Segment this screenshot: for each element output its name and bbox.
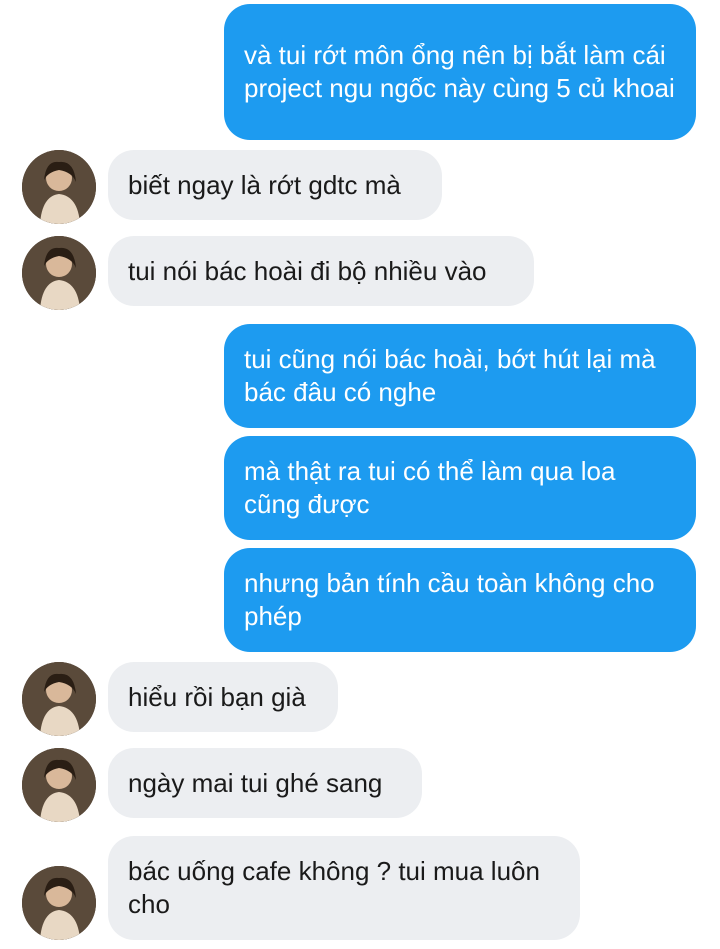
contact-avatar[interactable] (22, 748, 96, 822)
message-text: tui cũng nói bác hoài, bớt hút lại mà bá… (244, 344, 656, 407)
message-text: nhưng bản tính cầu toàn không cho phép (244, 568, 655, 631)
contact-avatar[interactable] (22, 662, 96, 736)
received-message-bubble[interactable]: ngày mai tui ghé sang (108, 748, 422, 818)
message-text: và tui rớt môn ổng nên bị bắt làm cái pr… (244, 40, 675, 103)
avatar-photo-icon (22, 150, 96, 224)
received-message-bubble[interactable]: biết ngay là rớt gdtc mà (108, 150, 442, 220)
avatar-photo-icon (22, 662, 96, 736)
message-text: bác uống cafe không ? tui mua luôn cho (128, 856, 540, 919)
avatar-photo-icon (22, 866, 96, 940)
message-text: hiểu rồi bạn già (128, 681, 306, 712)
contact-avatar[interactable] (22, 236, 96, 310)
message-text: tui nói bác hoài đi bộ nhiều vào (128, 255, 487, 286)
message-text: ngày mai tui ghé sang (128, 767, 383, 798)
message-text: mà thật ra tui có thể làm qua loa cũng đ… (244, 456, 616, 519)
sent-message-bubble[interactable]: tui cũng nói bác hoài, bớt hút lại mà bá… (224, 324, 696, 428)
message-text: biết ngay là rớt gdtc mà (128, 169, 401, 200)
avatar-photo-icon (22, 748, 96, 822)
received-message-bubble[interactable]: tui nói bác hoài đi bộ nhiều vào (108, 236, 534, 306)
received-message-bubble[interactable]: hiểu rồi bạn già (108, 662, 338, 732)
sent-message-bubble[interactable]: và tui rớt môn ổng nên bị bắt làm cái pr… (224, 4, 696, 140)
contact-avatar[interactable] (22, 866, 96, 940)
sent-message-bubble[interactable]: nhưng bản tính cầu toàn không cho phép (224, 548, 696, 652)
sent-message-bubble[interactable]: mà thật ra tui có thể làm qua loa cũng đ… (224, 436, 696, 540)
received-message-bubble[interactable]: bác uống cafe không ? tui mua luôn cho (108, 836, 580, 940)
avatar-photo-icon (22, 236, 96, 310)
contact-avatar[interactable] (22, 150, 96, 224)
